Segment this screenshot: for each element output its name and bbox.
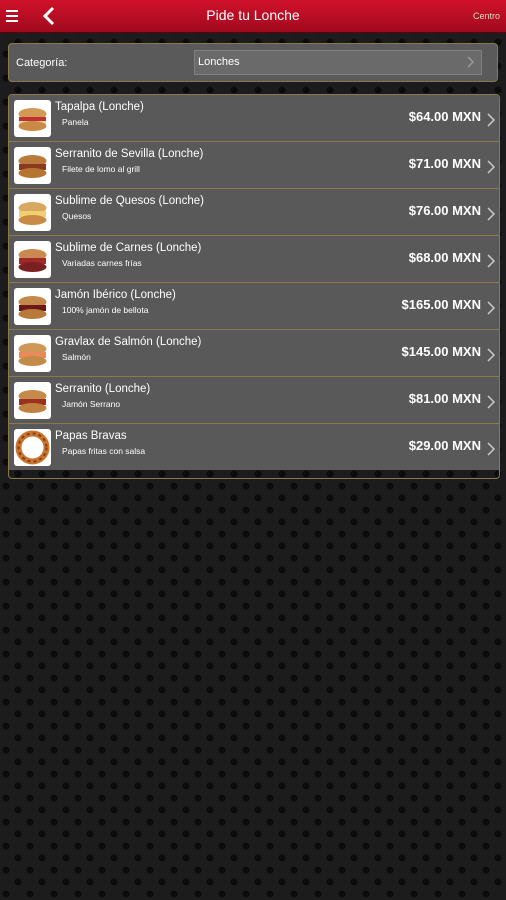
sandwich-icon	[14, 241, 51, 278]
chevron-right-icon	[487, 207, 495, 221]
item-name: Serranito de Sevilla (Lonche)	[55, 148, 204, 160]
item-price: $165.00 MXN	[401, 297, 482, 312]
location-label[interactable]: Centro	[473, 11, 500, 21]
list-item[interactable]: Serranito (Lonche) Jamón Serrano $81.00 …	[9, 377, 499, 424]
item-price: $68.00 MXN	[408, 250, 481, 265]
item-description: Jamón Serrano	[62, 399, 121, 409]
chevron-right-icon	[467, 56, 475, 68]
chevron-right-icon	[487, 395, 495, 409]
item-name: Tapalpa (Lonche)	[55, 101, 144, 113]
item-price: $76.00 MXN	[408, 203, 481, 218]
item-description: Variadas carnes frías	[62, 258, 142, 268]
item-description: Salmón	[62, 352, 91, 362]
item-name: Sublime de Quesos (Lonche)	[55, 195, 204, 207]
item-name: Papas Bravas	[55, 430, 127, 442]
sandwich-icon	[14, 194, 51, 231]
list-item[interactable]: Sublime de Carnes (Lonche) Variadas carn…	[9, 236, 499, 283]
item-price: $145.00 MXN	[401, 344, 482, 359]
item-description: Filete de lomo al grill	[62, 164, 140, 174]
fries-icon	[14, 429, 51, 466]
chevron-right-icon	[487, 301, 495, 315]
list-item[interactable]: Sublime de Quesos (Lonche) Quesos $76.00…	[9, 189, 499, 236]
item-name: Gravlax de Salmón (Lonche)	[55, 336, 202, 348]
list-item[interactable]: Papas Bravas Papas fritas con salsa $29.…	[9, 424, 499, 470]
sandwich-icon	[14, 147, 51, 184]
item-price: $71.00 MXN	[408, 156, 481, 171]
category-select[interactable]: Lonches	[194, 50, 482, 75]
item-description: Quesos	[62, 211, 92, 221]
item-price: $81.00 MXN	[408, 391, 481, 406]
item-description: 100% jamón de bellota	[62, 305, 149, 315]
category-box: Categoría: Lonches	[8, 43, 498, 82]
sandwich-icon	[14, 335, 51, 372]
sandwich-icon	[14, 100, 51, 137]
chevron-right-icon	[487, 348, 495, 362]
item-description: Panela	[62, 117, 89, 127]
list-item[interactable]: Jamón Ibérico (Lonche) 100% jamón de bel…	[9, 283, 499, 330]
item-description: Papas fritas con salsa	[62, 446, 146, 456]
item-name: Sublime de Carnes (Lonche)	[55, 242, 202, 254]
chevron-right-icon	[487, 113, 495, 127]
list-item[interactable]: Gravlax de Salmón (Lonche) Salmón $145.0…	[9, 330, 499, 377]
item-name: Jamón Ibérico (Lonche)	[55, 289, 176, 301]
sandwich-icon	[14, 288, 51, 325]
chevron-right-icon	[487, 254, 495, 268]
chevron-right-icon	[487, 160, 495, 174]
chevron-right-icon	[487, 442, 495, 456]
top-bar: Pide tu Lonche Centro	[0, 0, 506, 33]
list-item[interactable]: Serranito de Sevilla (Lonche) Filete de …	[9, 142, 499, 189]
product-list: Tapalpa (Lonche) Panela $64.00 MXN Serra…	[8, 94, 500, 479]
item-price: $64.00 MXN	[408, 109, 481, 124]
category-selected-value: Lonches	[198, 56, 240, 68]
page-title: Pide tu Lonche	[206, 7, 300, 23]
category-label: Categoría:	[16, 57, 68, 69]
item-price: $29.00 MXN	[408, 438, 481, 453]
item-name: Serranito (Lonche)	[55, 383, 151, 395]
sandwich-icon	[14, 382, 51, 419]
list-item[interactable]: Tapalpa (Lonche) Panela $64.00 MXN	[9, 95, 499, 142]
